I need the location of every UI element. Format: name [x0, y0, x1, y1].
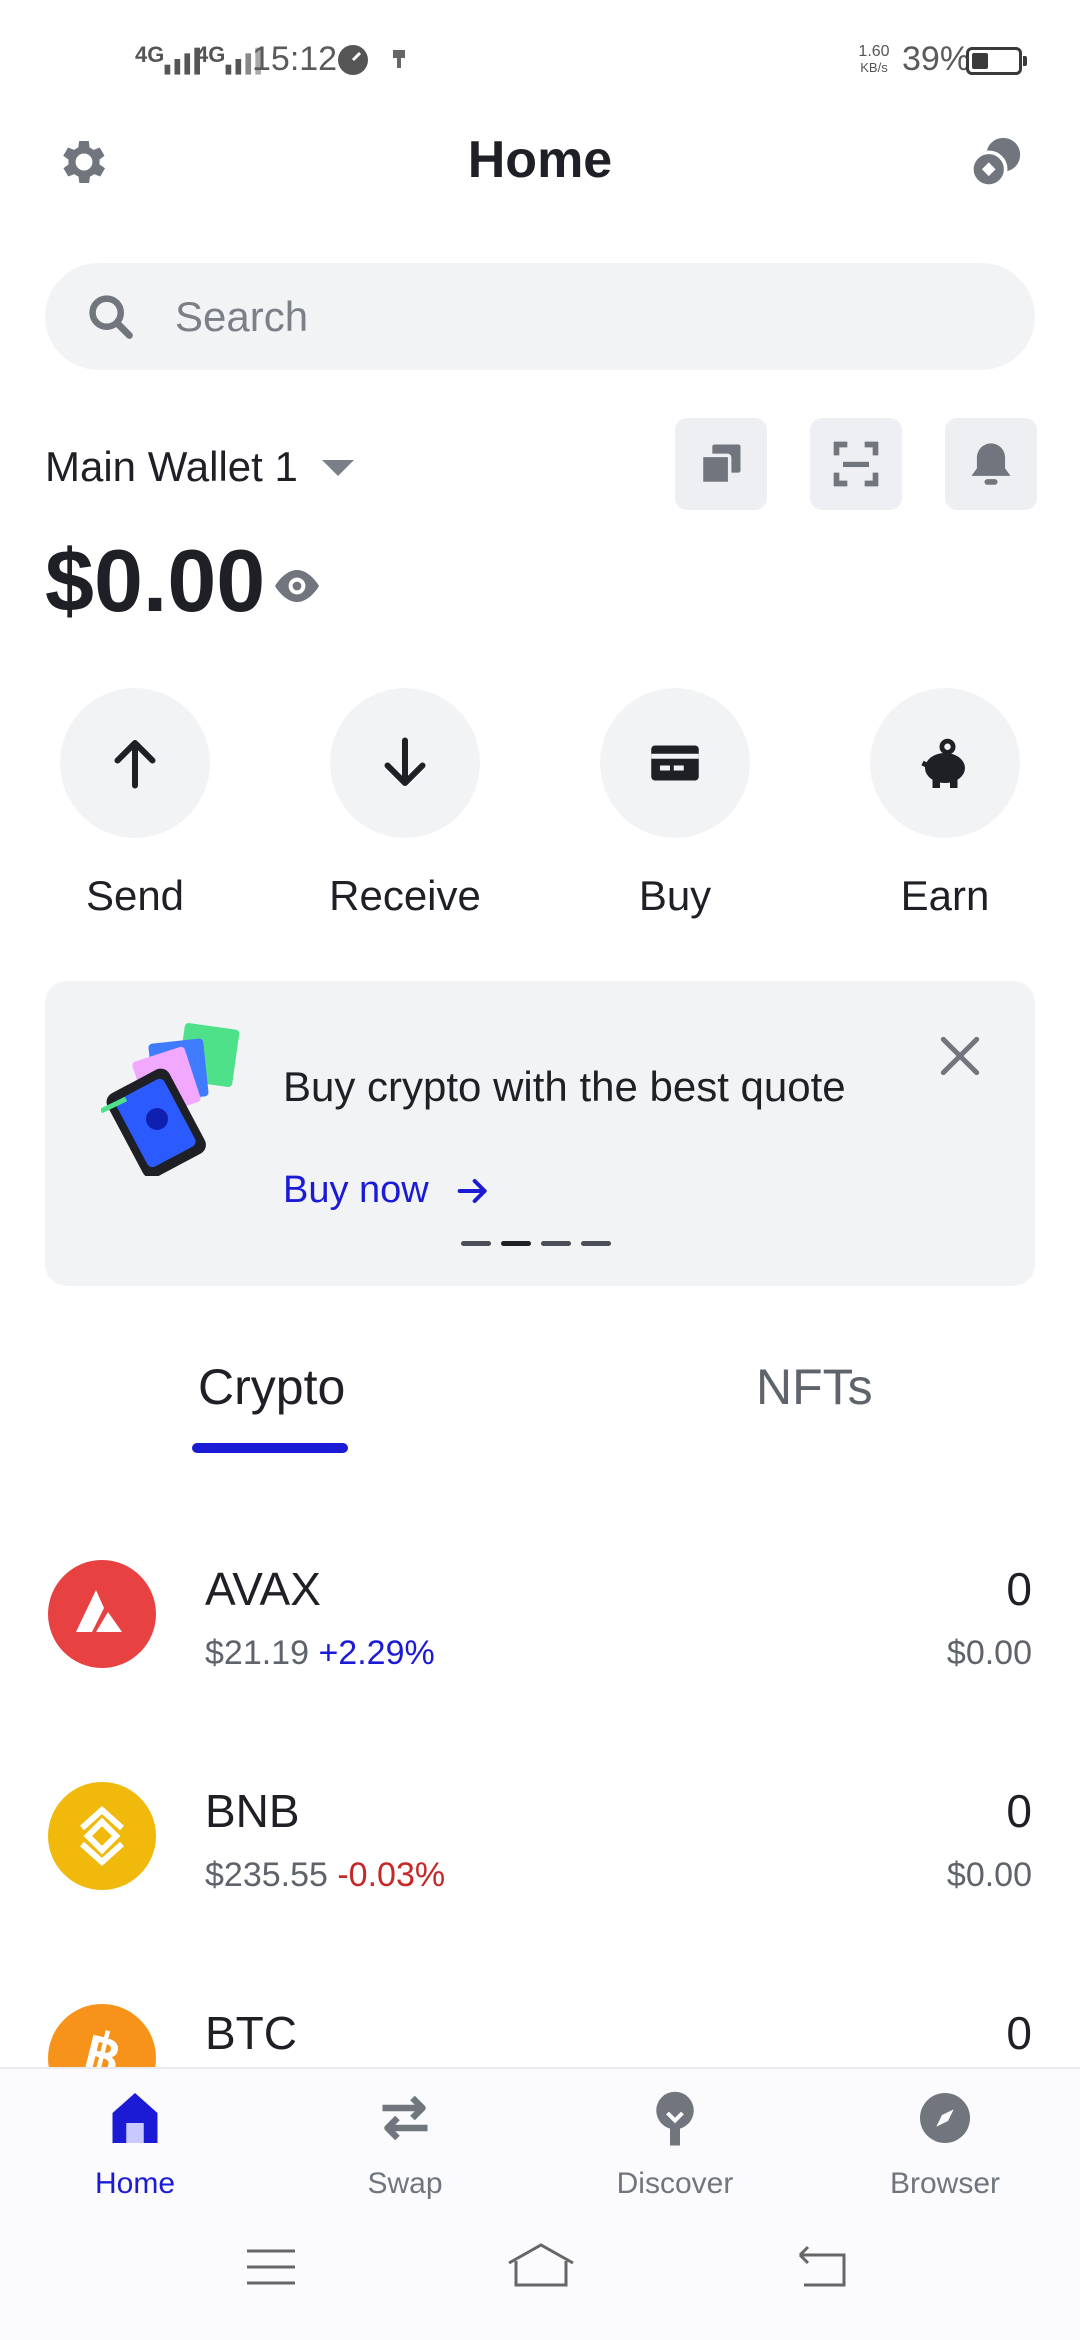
send-label: Send: [85, 872, 185, 919]
receive-label: Receive: [329, 872, 481, 919]
nav-swap[interactable]: Swap: [270, 2069, 540, 2219]
buy-now-label: Buy now: [283, 1169, 429, 1211]
buy-button[interactable]: [600, 688, 750, 838]
card-icon: [651, 745, 699, 781]
asset-amount: 0: [1006, 2007, 1032, 2059]
arrow-up-icon: [114, 740, 156, 789]
usb-icon: [393, 50, 405, 68]
carousel-dot-active[interactable]: [501, 1241, 531, 1246]
bell-icon: [971, 443, 1011, 485]
close-icon: [940, 1036, 980, 1076]
nav-home[interactable]: Home: [0, 2069, 270, 2219]
wallet-balance: $0.00: [45, 531, 266, 630]
status-bar: 4G 4G 15:12 1.60 KB/s 39%: [0, 0, 1080, 120]
buy-label: Buy: [638, 872, 712, 919]
nav-discover-label: Discover: [616, 2167, 734, 2200]
nav-browser[interactable]: Browser: [810, 2069, 1080, 2219]
notifications-button[interactable]: [945, 418, 1037, 510]
net-speed: 1.60 KB/s: [856, 44, 892, 76]
arrow-down-icon: [384, 737, 426, 786]
asset-amount: 0: [1006, 1563, 1032, 1615]
toggle-balance-visibility[interactable]: [266, 558, 328, 614]
receive-button[interactable]: [330, 688, 480, 838]
home-icon: [112, 2093, 158, 2143]
promo-banner[interactable]: Buy crypto with the best quote Buy now: [45, 981, 1035, 1286]
send-button[interactable]: [60, 688, 210, 838]
lightbulb-icon: [656, 2091, 694, 2146]
carousel-dot[interactable]: [581, 1241, 611, 1246]
asset-price: $235.55: [205, 1856, 328, 1894]
asset-price-line: $21.19 +2.29%: [205, 1634, 435, 1673]
swap-icon: [382, 2095, 428, 2141]
carousel-dot[interactable]: [541, 1241, 571, 1246]
scan-icon: [833, 441, 879, 487]
copy-icon: [699, 444, 741, 486]
page-title: Home: [467, 131, 613, 189]
compass-icon: [920, 2093, 970, 2143]
search-bar[interactable]: [45, 263, 1035, 370]
asset-value: $0.00: [946, 1856, 1032, 1894]
speedometer-icon: [338, 45, 368, 75]
chevron-down-icon[interactable]: [322, 460, 354, 476]
nav-swap-label: Swap: [367, 2167, 443, 2200]
active-tab-indicator: [192, 1443, 348, 1453]
asset-symbol: BTC: [205, 2007, 297, 2059]
crypto-cards-illustration: [101, 1023, 240, 1176]
banner-title: Buy crypto with the best quote: [283, 1063, 846, 1110]
asset-symbol: BNB: [205, 1785, 300, 1837]
nav-browser-label: Browser: [889, 2167, 1001, 2200]
bottom-navigation: Home Swap Discover Browser: [0, 2067, 1080, 2340]
eye-icon: [275, 570, 319, 602]
buy-now-link[interactable]: Buy now: [283, 1169, 487, 1212]
wallet-name[interactable]: Main Wallet 1: [45, 443, 298, 491]
net-speed-value: 1.60: [858, 43, 890, 60]
search-icon: [89, 295, 133, 339]
arrow-right-icon: [457, 1179, 487, 1203]
asset-price-line: $235.55 -0.03%: [205, 1856, 445, 1895]
nav-discover[interactable]: Discover: [540, 2069, 810, 2219]
asset-value: $0.00: [946, 1634, 1032, 1672]
avax-icon: [48, 1560, 156, 1668]
nav-home-label: Home: [94, 2167, 176, 2200]
clock: 15:12: [252, 40, 338, 78]
asset-change: +2.29%: [318, 1634, 435, 1672]
battery-icon: [966, 47, 1027, 75]
earn-label: Earn: [900, 872, 990, 919]
battery-percent: 39%: [902, 40, 971, 78]
coins-icon: [970, 137, 1021, 188]
tab-crypto[interactable]: Crypto: [198, 1358, 345, 1416]
earn-button[interactable]: [870, 688, 1020, 838]
asset-amount: 0: [1006, 1785, 1032, 1837]
asset-change: -0.03%: [337, 1856, 446, 1894]
piggy-bank-icon: [921, 738, 965, 788]
menu-icon[interactable]: [245, 2247, 297, 2287]
coins-button[interactable]: [964, 130, 1028, 194]
carousel-dot[interactable]: [461, 1241, 491, 1246]
home-gesture-icon[interactable]: [506, 2241, 576, 2289]
back-icon[interactable]: [796, 2245, 848, 2289]
scan-button[interactable]: [810, 418, 902, 510]
search-input[interactable]: [175, 263, 995, 370]
bnb-icon: [48, 1782, 156, 1890]
net-speed-unit: KB/s: [860, 60, 888, 75]
close-banner-button[interactable]: [925, 1021, 995, 1091]
asset-symbol: AVAX: [205, 1563, 321, 1615]
asset-price: $21.19: [205, 1634, 309, 1672]
tab-nfts[interactable]: NFTs: [756, 1358, 873, 1416]
copy-address-button[interactable]: [675, 418, 767, 510]
